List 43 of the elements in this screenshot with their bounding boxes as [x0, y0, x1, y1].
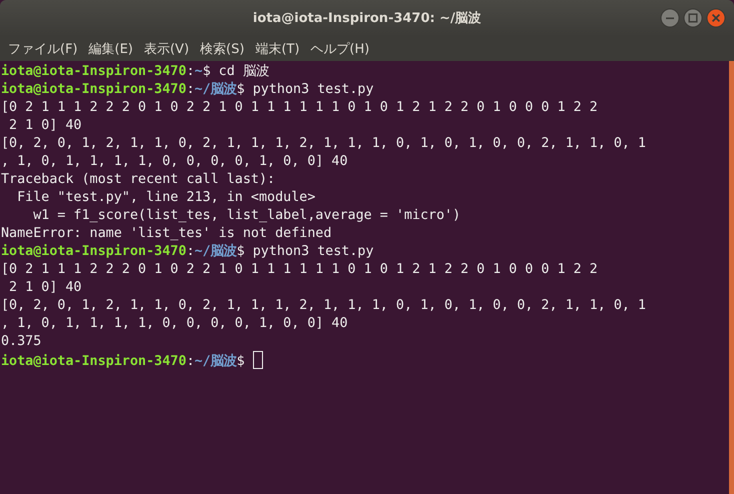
prompt-user: iota@iota-Inspiron-3470	[1, 354, 186, 369]
prompt-symbol: $	[236, 244, 245, 259]
prompt-user: iota@iota-Inspiron-3470	[1, 82, 186, 97]
command-text: python3 test.py	[252, 244, 374, 259]
prompt-path: ~/脳波	[194, 82, 237, 97]
command-text: python3 test.py	[252, 82, 374, 97]
output-line: w1 = f1_score(list_tes, list_label,average = 'micro')	[32, 208, 461, 223]
menu-item[interactable]: ヘルプ(H)	[306, 40, 374, 58]
output-line: [0 2 1 1 1 2 2 2 0 1 0 2 2 1 0 1 1 1 1 1 1 0 1 0 1 2 1 2 2 0 1 0 0 0 1 2 2	[1, 262, 598, 277]
window-title: iota@iota-Inspiron-3470: ~/脳波	[252, 10, 482, 27]
prompt-colon: :	[186, 64, 194, 79]
prompt-colon: :	[186, 82, 194, 97]
command-text: cd 脳波	[218, 64, 269, 79]
prompt-path: ~	[194, 64, 203, 79]
menu-item[interactable]: 表示(V)	[140, 40, 194, 58]
menu-item[interactable]: 編集(E)	[84, 40, 137, 58]
output-line: [0 2 1 1 1 2 2 2 0 1 0 2 2 1 0 1 1 1 1 1 1 0 1 0 1 2 1 2 2 0 1 0 0 0 1 2 2	[1, 100, 598, 115]
prompt-path: ~/脳波	[194, 244, 237, 259]
minimize-button[interactable]	[660, 8, 680, 28]
scrollbar[interactable]	[729, 61, 734, 494]
prompt-path: ~/脳波	[194, 354, 237, 369]
menu-item[interactable]: 端末(T)	[251, 40, 304, 58]
output-line: NameError: name 'list_tes' is not defined	[1, 226, 332, 241]
menu-item[interactable]: 検索(S)	[196, 40, 248, 58]
prompt-symbol: $	[202, 64, 211, 79]
maximize-button[interactable]	[683, 8, 703, 28]
prompt-user: iota@iota-Inspiron-3470	[1, 244, 186, 259]
close-button[interactable]	[706, 8, 726, 28]
output-line: [0, 2, 0, 1, 2, 1, 1, 0, 2, 1, 1, 1, 2, 1, 1, 1, 0, 1, 0, 1, 0, 0, 2, 1, 1, 0, 1	[1, 136, 646, 151]
prompt-colon: :	[186, 244, 194, 259]
output-line: , 1, 0, 1, 1, 1, 1, 0, 0, 0, 0, 1, 0, 0] 40	[1, 316, 348, 331]
output-line: 2 1 0] 40	[8, 118, 82, 133]
output-line: Traceback (most recent call last):	[1, 172, 276, 187]
output-line: 2 1 0] 40	[8, 280, 82, 295]
prompt-symbol: $	[236, 82, 245, 97]
output-line: , 1, 0, 1, 1, 1, 1, 0, 0, 0, 0, 1, 0, 0] 40	[1, 154, 348, 169]
prompt-symbol: $	[236, 354, 245, 369]
prompt-colon: :	[186, 354, 194, 369]
menu-item[interactable]: ファイル(F)	[4, 40, 82, 58]
prompt-user: iota@iota-Inspiron-3470	[1, 64, 186, 79]
output-line: 0.375	[1, 334, 42, 349]
output-line: [0, 2, 0, 1, 2, 1, 1, 0, 2, 1, 1, 1, 2, 1, 1, 1, 0, 1, 0, 1, 0, 0, 2, 1, 1, 0, 1	[1, 298, 646, 313]
output-line: File "test.py", line 213, in <module>	[16, 190, 316, 205]
